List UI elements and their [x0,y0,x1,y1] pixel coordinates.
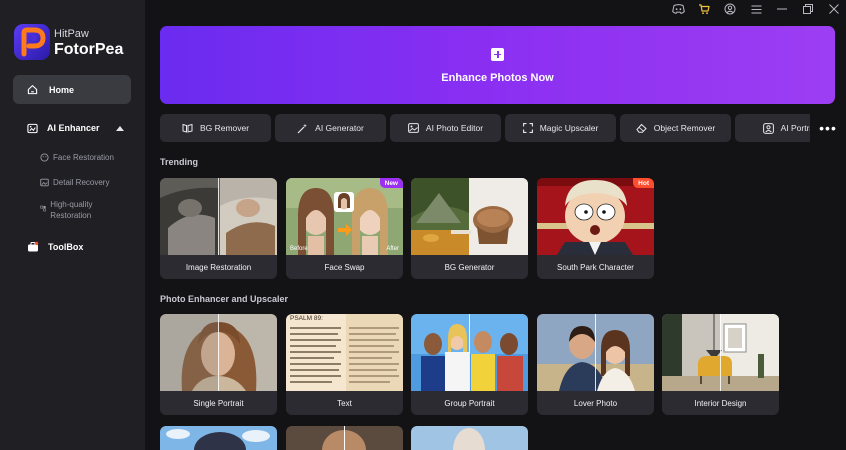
more-dots-icon: ••• [819,120,837,136]
psalm-heading: PSALM 89: [290,315,323,322]
eraser-icon [636,123,647,133]
sidebar-subitem-detail-recovery[interactable]: Detail Recovery [40,177,109,188]
card-image-restoration[interactable]: Image Restoration [160,178,277,279]
sidebar-subitem-face-restoration[interactable]: Face Restoration [40,152,114,163]
cart-icon[interactable] [691,1,717,17]
tool-label: BG Remover [199,123,250,133]
tools-row: BG Remover AI Generator AI Photo Editor … [160,114,846,142]
minimize-icon[interactable] [769,1,795,17]
section-title-photo-enhancer: Photo Enhancer and Upscaler [160,294,289,304]
hot-badge: Hot [633,178,654,188]
card-sky-partial[interactable] [411,426,528,450]
new-badge: New [379,178,403,188]
image-icon [40,178,49,187]
bg-remover-icon [182,123,193,133]
toolbox-icon [28,241,39,252]
card-face-swap[interactable]: Before After New Face Swap [286,178,403,279]
tool-label: AI Generator [315,123,364,133]
before-label: Before [290,246,308,252]
portrait-icon [762,122,774,134]
enhancer-icon [27,123,38,133]
sidebar-subitem-label: Face Restoration [53,153,114,162]
plus-icon [491,48,504,61]
brand-company: HitPaw [54,28,89,40]
enhance-photos-label: Enhance Photos Now [441,72,554,84]
quality-icon [40,205,46,212]
brand-name: FotorPea [54,41,124,58]
card-bg-generator[interactable]: BG Generator [411,178,528,279]
after-label: After [386,246,399,252]
home-icon [27,85,38,95]
card-south-park-character[interactable]: Hot South Park Character [537,178,654,279]
upscale-icon [522,123,533,133]
window-titlebar [665,1,846,17]
sidebar-subitem-label: Detail Recovery [53,178,110,187]
sidebar-subitem-high-quality-restoration[interactable]: High-quality Restoration [40,199,110,221]
card-label: South Park Character [557,262,634,272]
sidebar-item-home[interactable]: Home [13,75,131,104]
tool-bg-remover-button[interactable]: BG Remover [160,114,271,142]
sidebar-item-toolbox[interactable]: ToolBox [27,239,83,255]
chevron-up-icon [115,125,124,131]
card-label: Lover Photo [573,398,618,408]
card-interior-design[interactable]: Interior Design [662,314,779,415]
tool-ai-generator-button[interactable]: AI Generator [275,114,386,142]
enhance-photos-button[interactable]: Enhance Photos Now [160,26,835,104]
card-thumbnail: Hot [537,178,654,255]
photo-editor-icon [408,123,419,133]
discord-icon[interactable] [665,1,691,17]
sidebar-item-label: AI Enhancer [47,123,100,133]
card-label: BG Generator [444,262,495,272]
face-icon [40,153,49,162]
card-lover-photo[interactable]: Lover Photo [537,314,654,415]
app-logo [14,24,50,60]
tool-magic-upscaler-button[interactable]: Magic Upscaler [505,114,616,142]
card-label: Text [337,398,352,408]
card-text[interactable]: PSALM 89: Text [286,314,403,415]
sidebar-item-ai-enhancer[interactable]: AI Enhancer [27,120,131,136]
sidebar-item-label: ToolBox [48,242,84,252]
magic-wand-icon [297,123,308,133]
tool-ai-photo-editor-button[interactable]: AI Photo Editor [390,114,501,142]
card-thumbnail [537,314,654,391]
card-thumbnail [160,314,277,391]
more-tools-button[interactable]: ••• [810,114,846,142]
card-label: Image Restoration [185,262,252,272]
tool-label: AI Photo Editor [425,123,484,133]
card-portrait-partial[interactable] [286,426,403,450]
account-icon[interactable] [717,1,743,17]
tool-label: Object Remover [653,123,716,133]
card-thumbnail: Before After New [286,178,403,255]
close-icon[interactable] [821,1,846,17]
card-thumbnail [411,178,528,255]
card-thumbnail [160,178,277,255]
card-anime-partial[interactable] [160,426,277,450]
section-title-trending: Trending [160,157,198,167]
card-thumbnail [411,314,528,391]
sidebar-item-label: Home [49,84,75,95]
card-thumbnail: PSALM 89: [286,314,403,391]
card-group-portrait[interactable]: Group Portrait [411,314,528,415]
menu-icon[interactable] [743,1,769,17]
restore-icon[interactable] [795,1,821,17]
tool-object-remover-button[interactable]: Object Remover [620,114,731,142]
card-label: Single Portrait [193,398,244,408]
tool-label: Magic Upscaler [539,123,599,133]
card-label: Face Swap [324,262,365,272]
sidebar-subitem-label: High-quality Restoration [50,200,93,220]
card-label: Interior Design [694,398,747,408]
card-label: Group Portrait [444,398,495,408]
sidebar: HitPaw FotorPea Home AI Enhancer Face Re… [0,0,145,450]
card-thumbnail [662,314,779,391]
card-single-portrait[interactable]: Single Portrait [160,314,277,415]
